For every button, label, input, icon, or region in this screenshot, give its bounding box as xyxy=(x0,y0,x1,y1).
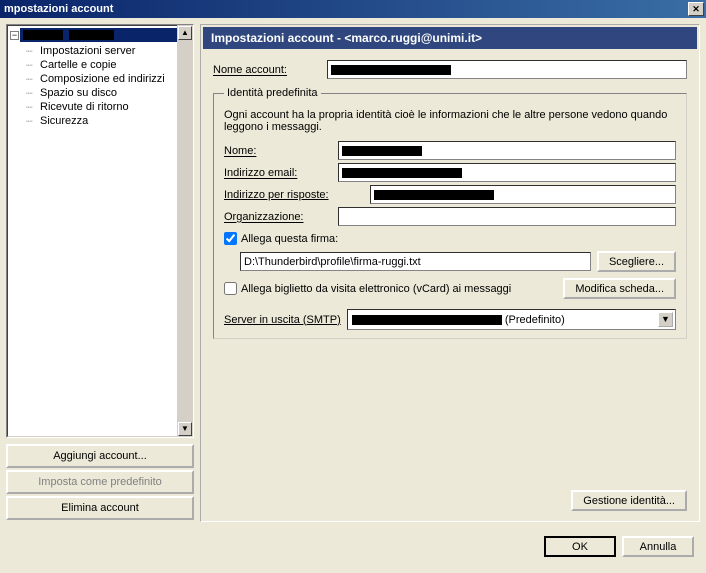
attach-signature-checkbox[interactable] xyxy=(224,232,237,245)
scroll-up-icon[interactable]: ▲ xyxy=(178,26,192,40)
tree-expander[interactable]: − xyxy=(10,31,19,40)
window-title: mpostazioni account xyxy=(4,3,113,15)
account-name-label: Nome account: xyxy=(213,64,321,76)
manage-identities-button[interactable]: Gestione identità... xyxy=(571,490,687,511)
tree-item-server-settings[interactable]: Impostazioni server xyxy=(26,44,190,58)
content-header: Impostazioni account - <marco.ruggi@unim… xyxy=(203,27,697,49)
tree-item-security[interactable]: Sicurezza xyxy=(26,114,190,128)
replyto-input[interactable] xyxy=(370,185,676,204)
ok-button[interactable]: OK xyxy=(544,536,616,557)
attach-vcard-label: Allega biglietto da visita elettronico (… xyxy=(241,283,511,295)
choose-signature-button[interactable]: Scegliere... xyxy=(597,251,676,272)
edit-vcard-button[interactable]: Modifica scheda... xyxy=(563,278,676,299)
tree-scrollbar[interactable]: ▲ ▼ xyxy=(177,25,193,437)
scroll-down-icon[interactable]: ▼ xyxy=(178,422,192,436)
smtp-label: Server in uscita (SMTP) xyxy=(224,314,341,326)
signature-path-input[interactable] xyxy=(240,252,591,271)
tree-root-account[interactable] xyxy=(20,28,190,42)
tree-item-copies-folders[interactable]: Cartelle e copie xyxy=(26,58,190,72)
smtp-select[interactable]: (Predefinito) ▼ xyxy=(347,309,676,330)
close-icon[interactable]: ✕ xyxy=(688,2,704,16)
smtp-default-suffix: (Predefinito) xyxy=(505,314,565,326)
add-account-button[interactable]: Aggiungi account... xyxy=(6,444,194,468)
replyto-label: Indirizzo per risposte: xyxy=(224,189,364,201)
organization-input[interactable] xyxy=(338,207,676,226)
tree-item-return-receipts[interactable]: Ricevute di ritorno xyxy=(26,100,190,114)
identity-description: Ogni account ha la propria identità cioè… xyxy=(224,109,676,133)
attach-vcard-checkbox[interactable] xyxy=(224,282,237,295)
set-default-button: Imposta come predefinito xyxy=(6,470,194,494)
default-identity-group: Identità predefinita Ogni account ha la … xyxy=(213,87,687,339)
name-input[interactable] xyxy=(338,141,676,160)
email-input[interactable] xyxy=(338,163,676,182)
cancel-button[interactable]: Annulla xyxy=(622,536,694,557)
organization-label: Organizzazione: xyxy=(224,211,332,223)
email-label: Indirizzo email: xyxy=(224,167,332,179)
tree-item-composition[interactable]: Composizione ed indirizzi xyxy=(26,72,190,86)
name-label: Nome: xyxy=(224,145,332,157)
account-tree: − Impostazioni server Cartelle e copie C… xyxy=(6,24,194,438)
account-name-input[interactable] xyxy=(327,60,687,79)
remove-account-button[interactable]: Elimina account xyxy=(6,496,194,520)
attach-signature-label: Allega questa firma: xyxy=(241,233,338,245)
chevron-down-icon[interactable]: ▼ xyxy=(658,312,673,327)
tree-item-disk-space[interactable]: Spazio su disco xyxy=(26,86,190,100)
window-titlebar: mpostazioni account ✕ xyxy=(0,0,706,18)
identity-legend: Identità predefinita xyxy=(224,87,321,99)
